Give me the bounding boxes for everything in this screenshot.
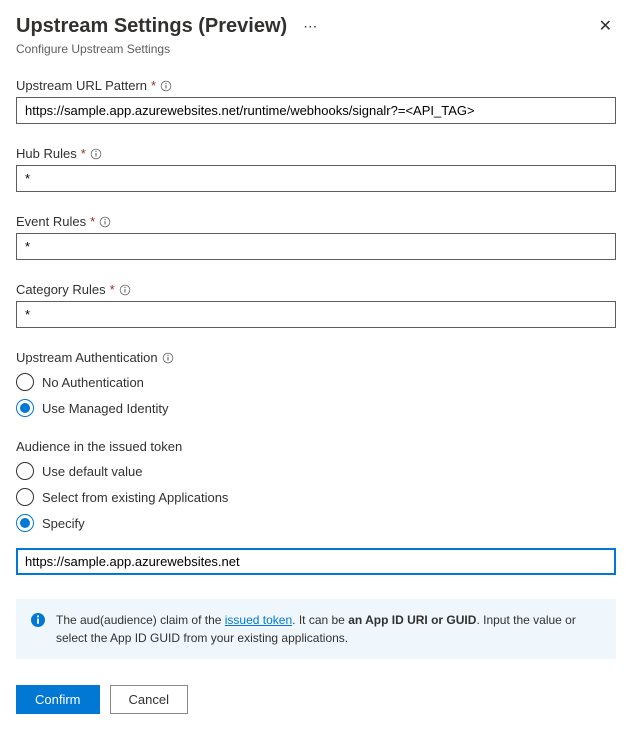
audience-radio-specify-label: Specify <box>42 516 85 531</box>
audience-section-label: Audience in the issued token <box>16 439 182 454</box>
auth-radio-managed-label: Use Managed Identity <box>42 401 168 416</box>
cancel-button[interactable]: Cancel <box>110 685 188 714</box>
auth-radio-none-label: No Authentication <box>42 375 144 390</box>
audience-radio-select-label: Select from existing Applications <box>42 490 228 505</box>
required-indicator: * <box>110 282 115 297</box>
required-indicator: * <box>81 146 86 161</box>
url-pattern-label: Upstream URL Pattern <box>16 78 147 93</box>
required-indicator: * <box>151 78 156 93</box>
auth-section-label: Upstream Authentication <box>16 350 158 365</box>
audience-radio-specify[interactable]: Specify <box>16 514 616 532</box>
hub-rules-input[interactable] <box>16 165 616 192</box>
audience-radio-select[interactable]: Select from existing Applications <box>16 488 616 506</box>
url-pattern-input[interactable] <box>16 97 616 124</box>
category-rules-input[interactable] <box>16 301 616 328</box>
info-icon[interactable] <box>160 80 172 92</box>
event-rules-input[interactable] <box>16 233 616 260</box>
category-rules-label: Category Rules <box>16 282 106 297</box>
audience-radio-default[interactable]: Use default value <box>16 462 616 480</box>
info-icon[interactable] <box>90 148 102 160</box>
required-indicator: * <box>90 214 95 229</box>
info-icon[interactable] <box>99 216 111 228</box>
close-icon[interactable]: ✕ <box>595 12 616 40</box>
info-icon <box>30 612 46 628</box>
info-message-text: The aud(audience) claim of the issued to… <box>56 611 602 647</box>
hub-rules-label: Hub Rules <box>16 146 77 161</box>
info-icon[interactable] <box>162 352 174 364</box>
confirm-button[interactable]: Confirm <box>16 685 100 714</box>
auth-radio-none[interactable]: No Authentication <box>16 373 616 391</box>
auth-radio-managed[interactable]: Use Managed Identity <box>16 399 616 417</box>
event-rules-label: Event Rules <box>16 214 86 229</box>
info-message: The aud(audience) claim of the issued to… <box>16 599 616 659</box>
page-subtitle: Configure Upstream Settings <box>16 42 616 56</box>
more-icon[interactable]: ⋯ <box>303 18 318 35</box>
info-icon[interactable] <box>119 284 131 296</box>
audience-specify-input[interactable] <box>16 548 616 575</box>
issued-token-link[interactable]: issued token <box>225 613 292 627</box>
page-title: Upstream Settings (Preview) <box>16 15 287 38</box>
audience-radio-default-label: Use default value <box>42 464 142 479</box>
